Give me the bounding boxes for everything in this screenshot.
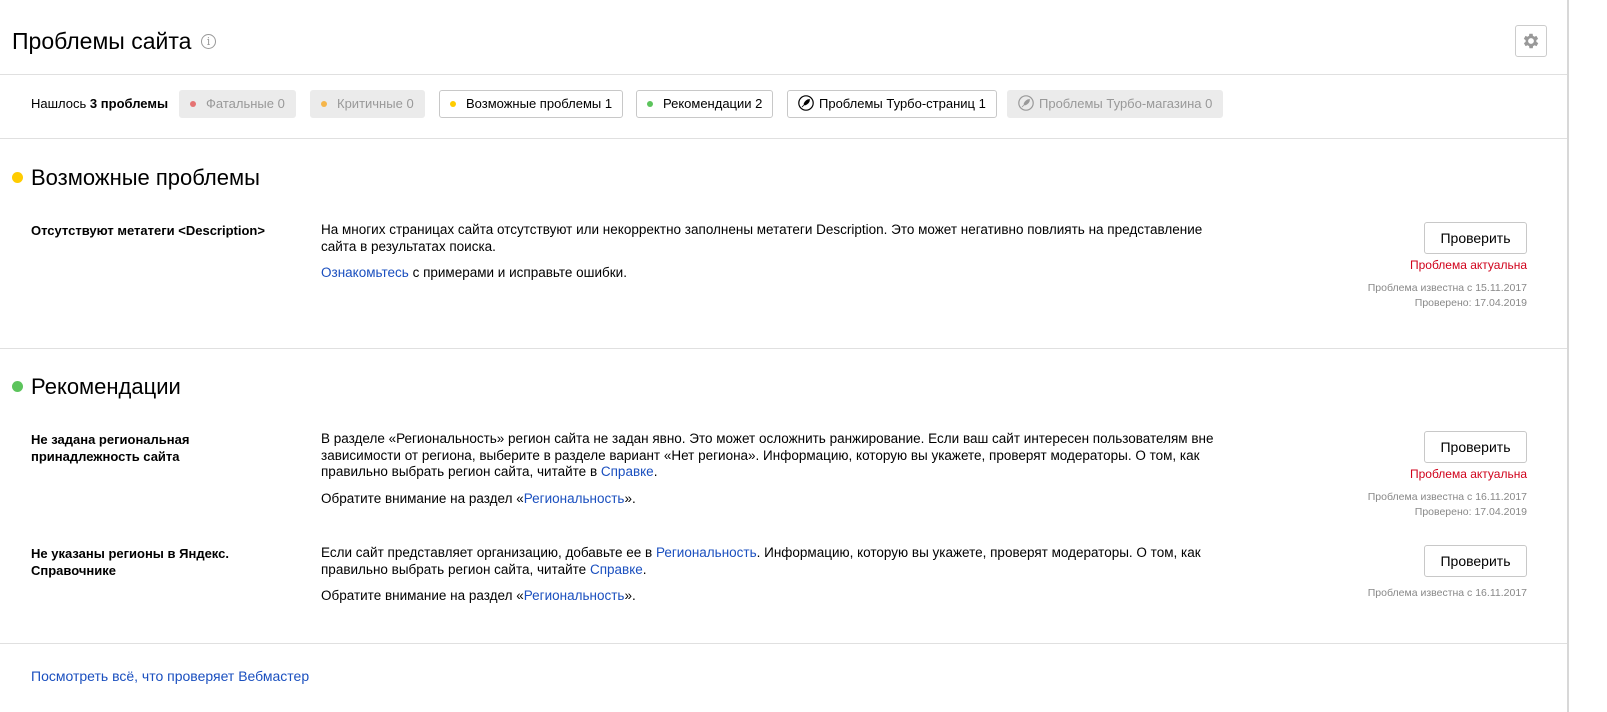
section-divider bbox=[0, 643, 1567, 644]
rocket-icon bbox=[798, 95, 814, 111]
filter-chip-possible[interactable]: Возможные проблемы 1 bbox=[439, 90, 624, 118]
issue-description: На многих страницах сайта отсутствуют ил… bbox=[321, 222, 1231, 292]
issue-description: Если сайт представляет организацию, доба… bbox=[321, 545, 1201, 603]
page-title: Проблемы сайта bbox=[12, 28, 192, 54]
issue-meta: Проблема известна с 16.11.2017 Проверено… bbox=[1367, 491, 1527, 518]
found-count-label: Нашлось 3 проблемы bbox=[31, 96, 169, 111]
issue-name: Не задана региональная принадлежность са… bbox=[31, 432, 190, 464]
page-header: Проблемы сайта i bbox=[0, 0, 1567, 75]
section-title-possible: Возможные проблемы bbox=[31, 165, 260, 190]
orange-dot-icon bbox=[321, 101, 327, 107]
issue-name: Отсутствуют метатеги <Description> bbox=[31, 223, 265, 238]
examples-link[interactable]: Ознакомьтесь bbox=[321, 265, 409, 280]
check-button[interactable]: Проверить bbox=[1424, 431, 1527, 463]
regionality-link[interactable]: Региональность bbox=[656, 545, 757, 560]
info-icon[interactable]: i bbox=[201, 34, 216, 49]
check-button[interactable]: Проверить bbox=[1424, 545, 1527, 577]
section-divider bbox=[0, 348, 1567, 349]
status-badge: Проблема актуальна bbox=[1409, 467, 1527, 481]
filter-chip-turbo-shop[interactable]: Проблемы Турбо-магазина 0 bbox=[1007, 90, 1224, 118]
gear-icon bbox=[1523, 33, 1539, 49]
settings-button[interactable] bbox=[1515, 25, 1547, 57]
issue-description: В разделе «Региональность» регион сайта … bbox=[321, 431, 1214, 506]
check-button[interactable]: Проверить bbox=[1424, 222, 1527, 254]
view-all-checks-link[interactable]: Посмотреть всё, что проверяет Вебмастер bbox=[31, 668, 309, 684]
rocket-icon bbox=[1018, 95, 1034, 111]
green-dot-icon bbox=[647, 101, 653, 107]
filter-chip-turbo-pages[interactable]: Проблемы Турбо-страниц 1 bbox=[787, 90, 997, 118]
section-title-recommendations: Рекомендации bbox=[31, 374, 181, 399]
yellow-dot-icon bbox=[12, 172, 23, 183]
status-badge: Проблема актуальна bbox=[1409, 258, 1527, 272]
regionality-link[interactable]: Региональность bbox=[524, 491, 625, 506]
help-link[interactable]: Справке bbox=[590, 562, 643, 577]
issue-name: Не указаны регионы в Яндекс. Справочнике bbox=[31, 546, 229, 578]
issue-meta: Проблема известна с 16.11.2017 bbox=[1367, 587, 1527, 599]
filters-bar: Нашлось 3 проблемы Фатальные 0 Критичные… bbox=[0, 75, 1567, 139]
regionality-link[interactable]: Региональность bbox=[524, 588, 625, 603]
red-dot-icon bbox=[190, 101, 196, 107]
filter-chip-fatal[interactable]: Фатальные 0 bbox=[179, 90, 296, 118]
issue-meta: Проблема известна с 15.11.2017 Проверено… bbox=[1367, 282, 1527, 309]
scrollbar-area bbox=[1567, 0, 1607, 712]
yellow-dot-icon bbox=[450, 101, 456, 107]
green-dot-icon bbox=[12, 381, 23, 392]
page: Проблемы сайта i Нашлось 3 проблемы Фата… bbox=[0, 0, 1567, 712]
issue-text: На многих страницах сайта отсутствуют ил… bbox=[321, 222, 1203, 254]
help-link[interactable]: Справке bbox=[601, 464, 654, 479]
filter-chip-recommendations[interactable]: Рекомендации 2 bbox=[636, 90, 774, 118]
filter-chip-critical[interactable]: Критичные 0 bbox=[310, 90, 425, 118]
